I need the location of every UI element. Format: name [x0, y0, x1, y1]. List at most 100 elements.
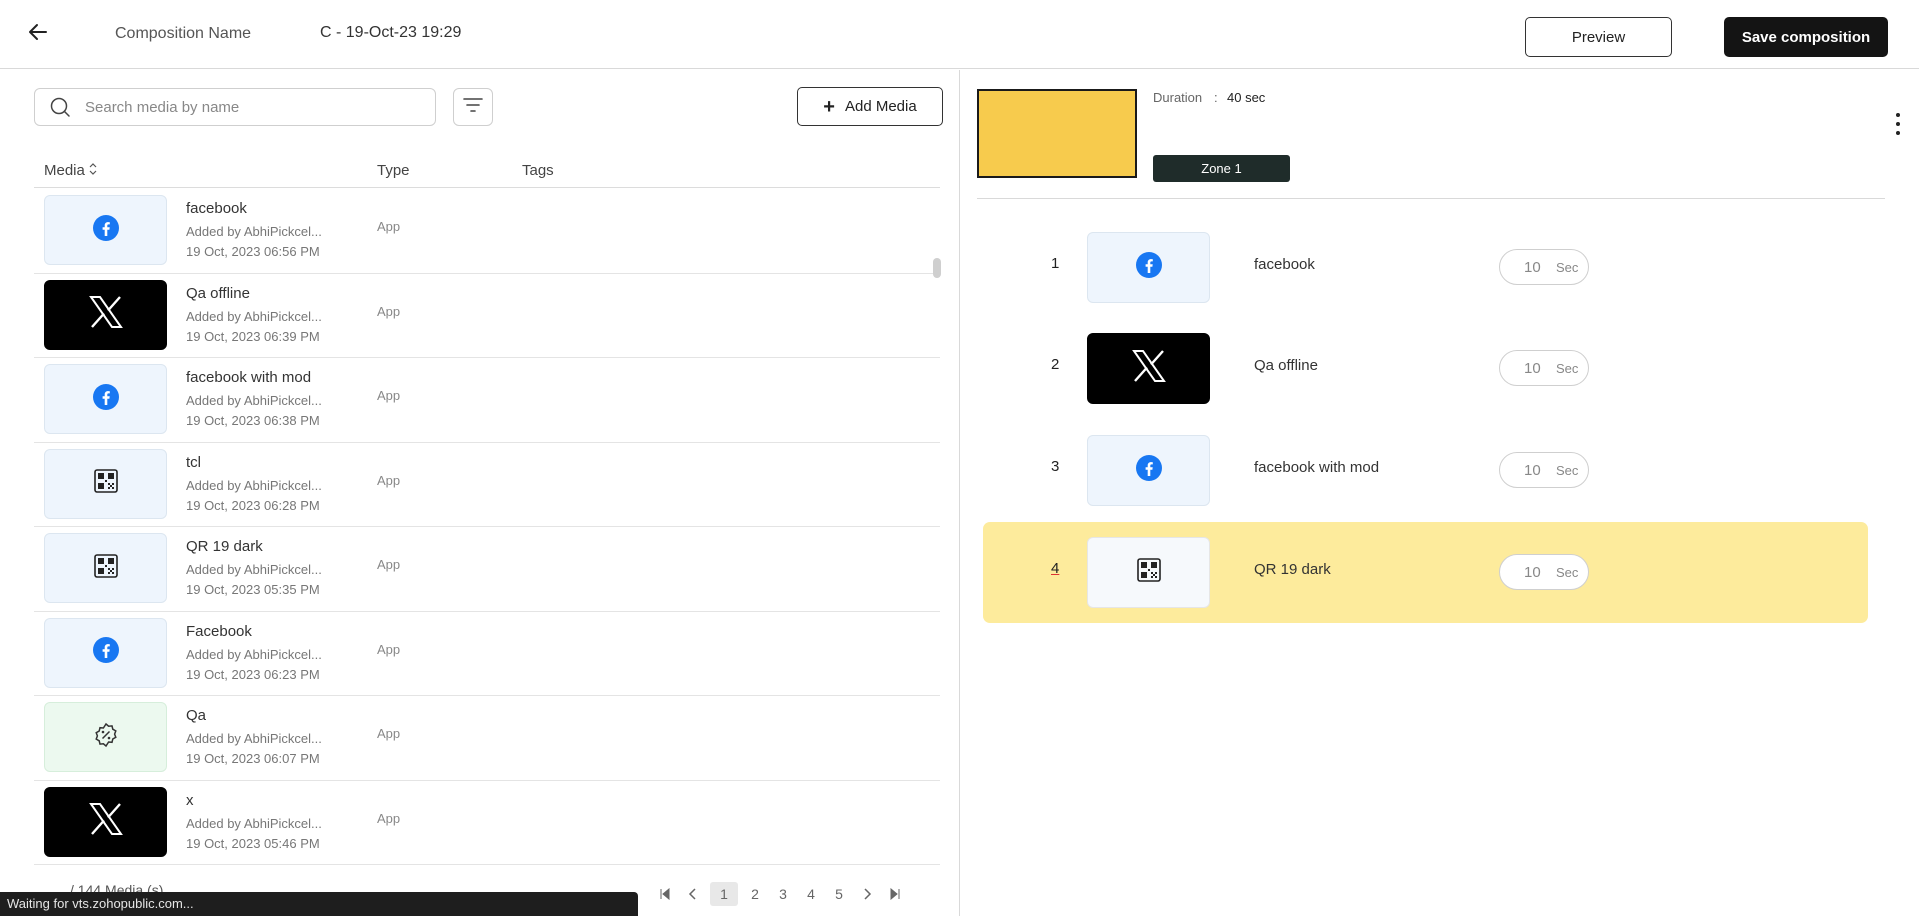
search-icon — [49, 96, 71, 118]
last-page-icon[interactable] — [884, 883, 906, 905]
page-1[interactable]: 1 — [710, 882, 738, 906]
duration-number[interactable]: 10 — [1524, 564, 1544, 581]
item-thumbnail — [1087, 537, 1210, 608]
prev-page-icon[interactable] — [682, 883, 704, 905]
facebook-icon — [92, 383, 119, 415]
sort-icon[interactable] — [89, 162, 97, 179]
media-type: App — [377, 219, 401, 234]
media-added-by: Added by AbhiPickcel... — [186, 731, 322, 746]
media-date: 19 Oct, 2023 06:56 PM — [186, 244, 320, 259]
zone-1-button[interactable]: Zone 1 — [1153, 155, 1290, 182]
duration-unit: Sec — [1556, 259, 1579, 275]
duration-number[interactable]: 10 — [1524, 462, 1544, 479]
zone-preview[interactable] — [977, 89, 1137, 178]
more-options-icon[interactable] — [1894, 113, 1902, 135]
qr-code-icon — [1136, 558, 1161, 587]
scrollbar-thumb[interactable] — [933, 258, 941, 278]
page-3[interactable]: 3 — [772, 883, 794, 905]
first-page-icon[interactable] — [654, 883, 676, 905]
media-date: 19 Oct, 2023 06:23 PM — [186, 666, 320, 682]
media-row[interactable]: Facebook Added by AbhiPickcel... 19 Oct,… — [34, 612, 940, 696]
media-thumbnail — [44, 533, 167, 603]
duration-separator: : — [1214, 90, 1218, 105]
duration-input[interactable]: 10 Sec — [1499, 554, 1589, 590]
media-added-by: Added by AbhiPickcel... — [186, 477, 322, 493]
composition-name-label: Composition Name — [115, 25, 252, 42]
media-row[interactable]: x Added by AbhiPickcel... 19 Oct, 2023 0… — [34, 781, 940, 865]
page-5[interactable]: 5 — [828, 883, 850, 905]
media-date: 19 Oct, 2023 06:28 PM — [186, 497, 320, 513]
save-composition-button[interactable]: Save composition — [1724, 17, 1888, 57]
media-type: App — [377, 726, 401, 741]
facebook-icon — [92, 214, 119, 246]
x-logo-icon — [88, 803, 123, 840]
add-media-button[interactable]: + Add Media — [797, 87, 943, 126]
back-arrow-icon[interactable] — [26, 20, 50, 44]
search-box[interactable] — [34, 88, 436, 126]
item-thumbnail — [1087, 333, 1210, 404]
duration-unit: Sec — [1556, 462, 1579, 478]
duration-input[interactable]: 10 Sec — [1499, 350, 1589, 386]
panel-divider — [959, 70, 960, 916]
media-date: 19 Oct, 2023 06:39 PM — [186, 328, 320, 344]
media-name: QR 19 dark — [186, 538, 263, 555]
playlist-item[interactable]: 1 facebook 10 Sec — [983, 217, 1868, 318]
media-row[interactable]: Qa offline Added by AbhiPickcel... 19 Oc… — [34, 274, 940, 358]
duration-unit: Sec — [1556, 360, 1579, 376]
media-type: App — [377, 810, 401, 826]
media-thumbnail — [44, 617, 167, 688]
media-row[interactable]: facebook with mod Added by AbhiPickcel..… — [34, 358, 940, 443]
duration-input[interactable]: 10 Sec — [1499, 249, 1589, 285]
item-name: facebook — [1254, 256, 1315, 273]
search-input[interactable] — [85, 98, 415, 116]
media-table-header: Media Type Tags — [34, 154, 940, 188]
item-name: QR 19 dark — [1254, 561, 1331, 578]
media-type: App — [377, 388, 401, 403]
preview-button[interactable]: Preview — [1525, 17, 1672, 57]
duration-number[interactable]: 10 — [1524, 259, 1544, 276]
add-media-label: Add Media — [844, 98, 917, 115]
media-row[interactable]: Qa Added by AbhiPickcel... 19 Oct, 2023 … — [34, 696, 940, 781]
facebook-icon — [1135, 455, 1162, 486]
duration-input[interactable]: 10 Sec — [1499, 452, 1589, 488]
item-index: 2 — [1051, 356, 1060, 373]
item-name: Qa offline — [1254, 357, 1318, 374]
discount-badge-icon — [93, 722, 119, 753]
pagination: 1 2 3 4 5 — [654, 882, 906, 906]
column-type: Type — [377, 162, 410, 179]
media-row[interactable]: facebook Added by AbhiPickcel... 19 Oct,… — [34, 189, 940, 274]
page-2[interactable]: 2 — [744, 883, 766, 905]
duration-unit: Sec — [1556, 564, 1579, 580]
media-date: 19 Oct, 2023 05:35 PM — [186, 582, 320, 597]
page-4[interactable]: 4 — [800, 883, 822, 905]
media-added-by: Added by AbhiPickcel... — [186, 308, 322, 324]
duration-number[interactable]: 10 — [1524, 360, 1544, 377]
media-thumbnail — [44, 195, 167, 265]
media-name: tcl — [186, 453, 201, 471]
playlist-item[interactable]: 2 Qa offline 10 Sec — [983, 318, 1868, 419]
column-tags: Tags — [522, 162, 554, 179]
plus-icon: + — [823, 95, 835, 118]
media-row[interactable]: tcl Added by AbhiPickcel... 19 Oct, 2023… — [34, 443, 940, 527]
x-logo-icon — [1131, 350, 1166, 387]
media-type: App — [377, 472, 401, 488]
next-page-icon[interactable] — [856, 883, 878, 905]
top-header: Composition Name C - 19-Oct-23 19:29 Pre… — [0, 0, 1919, 69]
item-thumbnail — [1087, 435, 1210, 506]
playlist-item[interactable]: 3 facebook with mod 10 Sec — [983, 420, 1868, 521]
media-added-by: Added by AbhiPickcel... — [186, 393, 322, 408]
item-index: 4 — [1051, 560, 1060, 577]
right-divider — [977, 198, 1885, 199]
composition-name-value[interactable]: C - 19-Oct-23 19:29 — [320, 24, 461, 42]
media-row[interactable]: QR 19 dark Added by AbhiPickcel... 19 Oc… — [34, 527, 940, 612]
playlist-item-selected[interactable]: 4 QR 19 dark 10 Sec — [983, 522, 1868, 623]
column-media[interactable]: Media — [44, 162, 97, 179]
item-index: 1 — [1051, 255, 1060, 272]
filter-icon — [463, 97, 483, 118]
media-added-by: Added by AbhiPickcel... — [186, 646, 322, 662]
filter-button[interactable] — [453, 88, 493, 126]
media-name: x — [186, 791, 194, 809]
qr-code-icon — [93, 553, 118, 583]
item-name: facebook with mod — [1254, 459, 1380, 476]
media-name: Qa offline — [186, 284, 250, 302]
